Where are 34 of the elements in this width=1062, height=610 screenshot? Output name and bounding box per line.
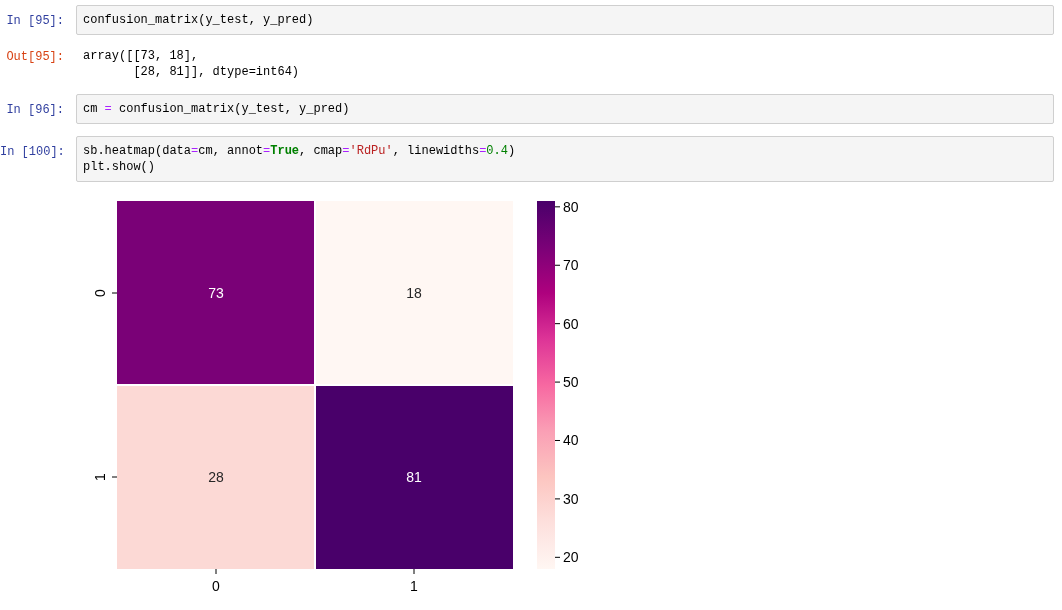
axis-label: 1	[92, 473, 108, 481]
cell-prompt: In [100]:	[0, 144, 66, 161]
colorbar-tick-label: 60	[563, 315, 579, 332]
cell-prompt: In [95]:	[5, 13, 65, 30]
cell-prompt: In [96]:	[5, 102, 65, 119]
cell-value: 28	[208, 469, 224, 485]
cell-value: 18	[406, 285, 422, 301]
axis-label: 1	[410, 578, 418, 594]
colorbar-tick-label: 50	[563, 374, 579, 391]
tick-mark	[215, 568, 217, 575]
tick-mark	[554, 556, 561, 558]
axis-label: 0	[212, 578, 220, 594]
colorbar-tick-label: 40	[563, 432, 579, 449]
cell-prompt: Out[95]:	[5, 49, 65, 66]
colorbar-tick-label: 30	[563, 490, 579, 507]
tick-mark	[554, 498, 561, 500]
tick-mark	[554, 264, 561, 266]
cell-value: 73	[208, 285, 224, 301]
colorbar-tick-label: 70	[563, 257, 579, 274]
tick-mark	[554, 440, 561, 441]
cell-value: 81	[406, 469, 422, 485]
tick-mark	[554, 381, 561, 383]
tick-mark	[111, 476, 118, 478]
code-cell[interactable]: cm = confusion_matrix(y_test, y_pred)	[76, 94, 1054, 124]
code-cell[interactable]: confusion_matrix(y_test, y_pred)	[76, 5, 1054, 35]
output-text: array([[73, 18], [28, 81]], dtype=int64)	[82, 48, 301, 80]
tick-mark	[111, 292, 118, 294]
axis-label: 0	[92, 289, 108, 297]
tick-mark	[554, 206, 561, 208]
code-cell[interactable]: sb.heatmap(data=cm, annot=True, cmap='RdPu', linewidths=0.4) plt.show()	[76, 136, 1054, 182]
colorbar-tick-label: 20	[563, 549, 579, 566]
tick-mark	[554, 323, 561, 325]
tick-mark	[413, 568, 415, 575]
colorbar-tick-label: 80	[563, 198, 579, 215]
